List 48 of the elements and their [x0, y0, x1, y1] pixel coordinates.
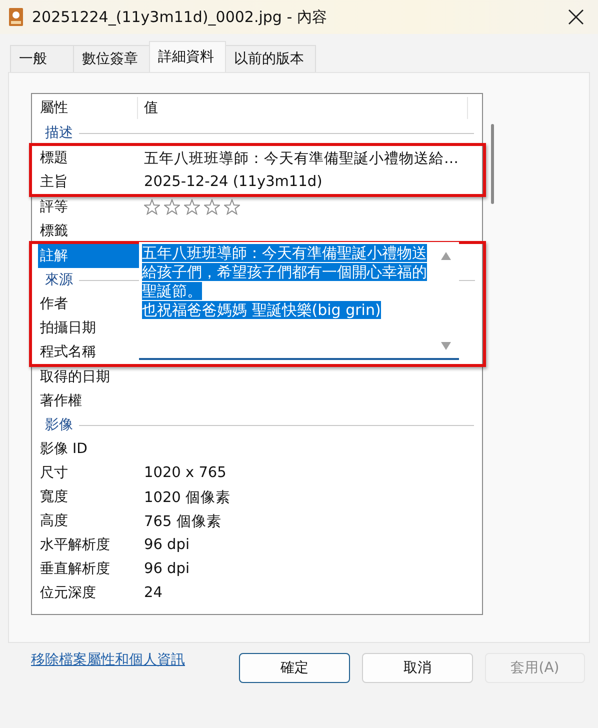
tab[interactable]: 一般 [10, 45, 74, 72]
property-name[interactable]: 影像 ID [38, 437, 140, 461]
property-name[interactable]: 作者 [38, 292, 140, 316]
property-name[interactable]: 評等 [38, 195, 140, 219]
star-icon [144, 199, 160, 215]
dialog-button[interactable]: 取消 [362, 653, 473, 683]
property-name[interactable]: 位元深度 [38, 581, 140, 605]
property-name[interactable]: 程式名稱 [38, 340, 140, 364]
scroll-down-icon[interactable] [441, 342, 451, 350]
star-icon [164, 199, 180, 215]
property-value: 765 個像素 [143, 512, 222, 530]
property-name[interactable]: 著作權 [38, 389, 140, 413]
remove-properties-link[interactable]: 移除檔案屬性和個人資訊 [31, 651, 185, 669]
column-header[interactable]: 屬性 [38, 96, 138, 118]
star-icon [204, 199, 220, 215]
dialog-button[interactable]: 確定 [239, 653, 350, 683]
comment-field[interactable]: 五年八班班導師：今天有準備聖誕小禮物送給孩子們，希望孩子們都有一個開心幸福的聖誕節。 也祝福爸爸媽媽 聖誕快樂(big grin) [139, 242, 459, 360]
column-header[interactable]: 值 [138, 96, 468, 118]
property-name[interactable]: 註解 [38, 244, 140, 268]
section-heading: 影像 [45, 416, 74, 434]
window-title: 20251224_(11y3m11d)_0002.jpg - 內容 [32, 8, 328, 26]
property-name[interactable]: 標題 [38, 146, 140, 170]
property-name[interactable]: 寬度 [38, 485, 140, 509]
property-value: 2025-12-24 (11y3m11d) [143, 174, 322, 190]
section-heading: 來源 [45, 271, 74, 289]
property-value: 96 dpi [143, 537, 190, 553]
property-value: 五年八班班導師：今天有準備聖誕小禮物送給… [143, 150, 458, 168]
property-name[interactable]: 拍攝日期 [38, 316, 140, 340]
property-value: 24 [143, 585, 162, 601]
star-icon [224, 199, 240, 215]
property-name[interactable]: 取得的日期 [38, 365, 140, 389]
property-name[interactable]: 主旨 [38, 170, 140, 194]
property-value: 1020 x 765 [143, 465, 226, 481]
image-file-icon [9, 8, 23, 26]
close-button[interactable] [566, 7, 586, 27]
property-value: 1020 個像素 [143, 488, 231, 506]
tab[interactable]: 詳細資料 [149, 41, 226, 72]
scroll-up-icon[interactable] [441, 252, 451, 260]
close-icon [568, 9, 584, 25]
property-name[interactable]: 尺寸 [38, 461, 140, 485]
property-name[interactable]: 水平解析度 [38, 533, 140, 557]
property-name[interactable]: 垂直解析度 [38, 557, 140, 581]
property-name[interactable]: 標籤 [38, 219, 140, 243]
property-value: 96 dpi [143, 561, 190, 577]
star-icon [184, 199, 200, 215]
section-heading: 描述 [45, 124, 74, 142]
tab[interactable]: 以前的版本 [225, 45, 316, 72]
property-name[interactable]: 高度 [38, 509, 140, 533]
